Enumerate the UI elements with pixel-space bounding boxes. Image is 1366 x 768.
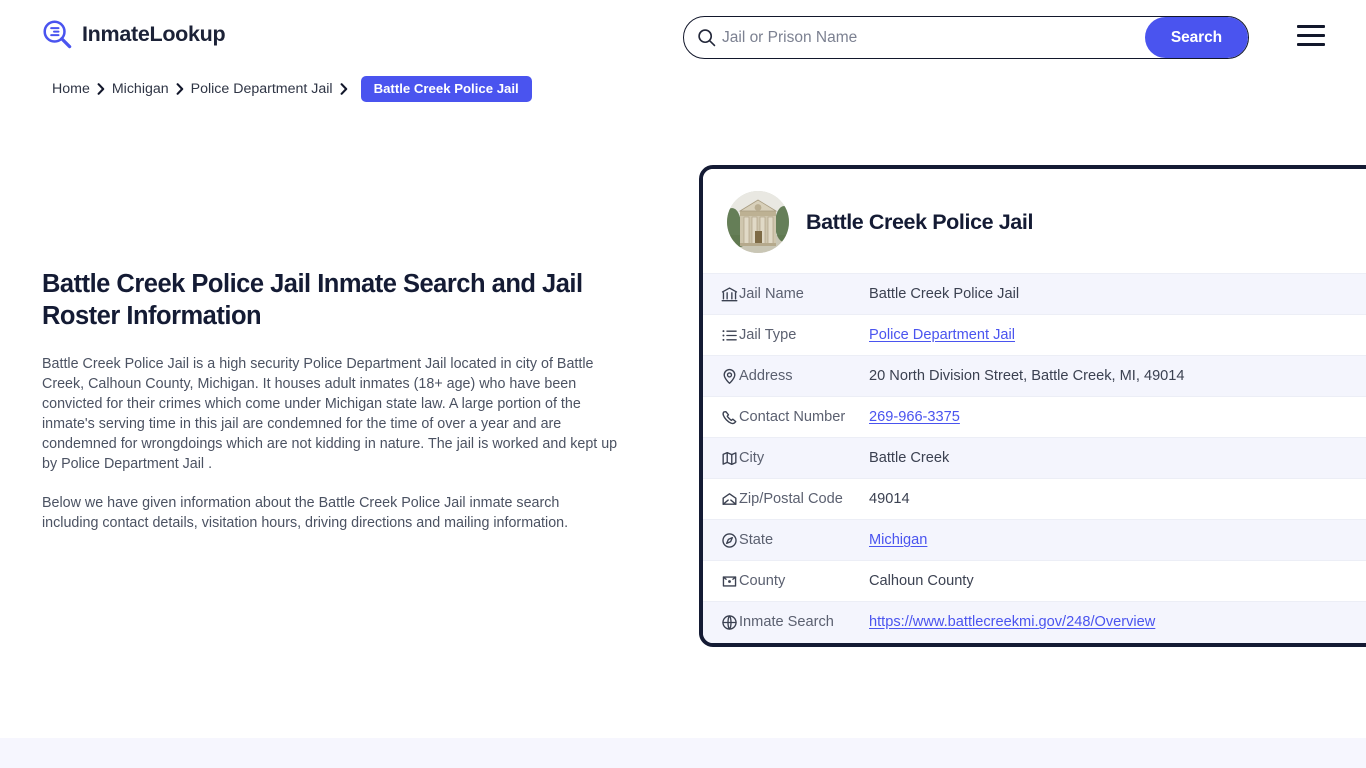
table-row: Address 20 North Division Street, Battle…	[703, 355, 1366, 397]
jail-info-card-header: Battle Creek Police Jail	[703, 169, 1366, 273]
envelope-icon	[703, 478, 739, 520]
breadcrumb-item-police-department-jail[interactable]: Police Department Jail	[191, 81, 333, 97]
row-value: Police Department Jail	[869, 314, 1366, 356]
description-paragraph-2: Below we have given information about th…	[42, 495, 569, 532]
table-row: Jail Name Battle Creek Police Jail	[703, 273, 1366, 315]
search-list-logo-icon	[42, 19, 73, 50]
row-value: Battle Creek Police Jail	[869, 273, 1366, 315]
breadcrumb-current-page: Battle Creek Police Jail	[360, 76, 532, 102]
row-label: Inmate Search	[739, 601, 869, 643]
row-value: 20 North Division Street, Battle Creek, …	[869, 355, 1366, 397]
row-value-link[interactable]: Michigan	[869, 532, 927, 548]
site-header: InmateLookup Search	[0, 0, 1366, 74]
search-button[interactable]: Search	[1144, 17, 1248, 58]
map-pin-icon	[703, 355, 739, 397]
page-root: InmateLookup Search Home Michigan	[0, 0, 1366, 768]
main-content-column: Battle Creek Police Jail Inmate Search a…	[42, 268, 642, 533]
table-row: Contact Number 269-966-3375	[703, 396, 1366, 438]
brand-name: InmateLookup	[82, 22, 226, 46]
search-input[interactable]	[722, 17, 1145, 58]
description-paragraph-1: Battle Creek Police Jail is a high secur…	[42, 356, 618, 473]
row-label: Contact Number	[739, 396, 869, 438]
row-value: Calhoun County	[869, 560, 1366, 602]
chevron-right-icon	[333, 82, 355, 96]
row-label: Zip/Postal Code	[739, 478, 869, 520]
row-label: Address	[739, 355, 869, 397]
table-row: Zip/Postal Code 49014	[703, 478, 1366, 520]
jail-info-table: Jail Name Battle Creek Police Jail Jail …	[703, 273, 1366, 643]
jail-info-card-title: Battle Creek Police Jail	[806, 209, 1034, 234]
map-icon	[703, 437, 739, 479]
row-label: City	[739, 437, 869, 479]
row-value: 49014	[869, 478, 1366, 520]
hamburger-bar	[1297, 33, 1325, 38]
row-value-link[interactable]: Police Department Jail	[869, 327, 1015, 343]
courthouse-building-photo	[727, 191, 789, 253]
hamburger-menu-icon[interactable]	[1297, 25, 1325, 46]
breadcrumb: Home Michigan Police Department Jail Bat…	[52, 76, 532, 102]
row-label: County	[739, 560, 869, 602]
row-value-link[interactable]: 269-966-3375	[869, 409, 960, 425]
search-bar[interactable]: Search	[683, 16, 1249, 59]
jail-info-card: Battle Creek Police Jail Jail Name Battl…	[699, 165, 1366, 647]
chevron-right-icon	[169, 82, 191, 96]
table-row: Inmate Search https://www.battlecreekmi.…	[703, 601, 1366, 643]
list-icon	[703, 314, 739, 356]
breadcrumb-item-home[interactable]: Home	[52, 81, 90, 97]
row-label: Jail Name	[739, 273, 869, 315]
row-label: Jail Type	[739, 314, 869, 356]
row-value: Michigan	[869, 519, 1366, 561]
row-value: 269-966-3375	[869, 396, 1366, 438]
row-value: https://www.battlecreekmi.gov/248/Overvi…	[869, 601, 1366, 643]
compass-icon	[703, 519, 739, 561]
search-icon	[684, 28, 722, 47]
breadcrumb-item-michigan[interactable]: Michigan	[112, 81, 169, 97]
row-value-link[interactable]: https://www.battlecreekmi.gov/248/Overvi…	[869, 614, 1155, 630]
row-label: State	[739, 519, 869, 561]
table-row: City Battle Creek	[703, 437, 1366, 479]
globe-icon	[703, 601, 739, 643]
table-row: County Calhoun County	[703, 560, 1366, 602]
footer-strip	[0, 738, 1366, 768]
table-row: State Michigan	[703, 519, 1366, 561]
phone-icon	[703, 396, 739, 438]
brand-logo-link[interactable]: InmateLookup	[42, 19, 226, 50]
chevron-right-icon	[90, 82, 112, 96]
hamburger-bar	[1297, 25, 1325, 29]
county-map-icon	[703, 560, 739, 602]
hamburger-bar	[1297, 42, 1325, 46]
bank-icon	[703, 273, 739, 315]
table-row: Jail Type Police Department Jail	[703, 314, 1366, 356]
row-value: Battle Creek	[869, 437, 1366, 479]
page-title: Battle Creek Police Jail Inmate Search a…	[42, 270, 583, 331]
